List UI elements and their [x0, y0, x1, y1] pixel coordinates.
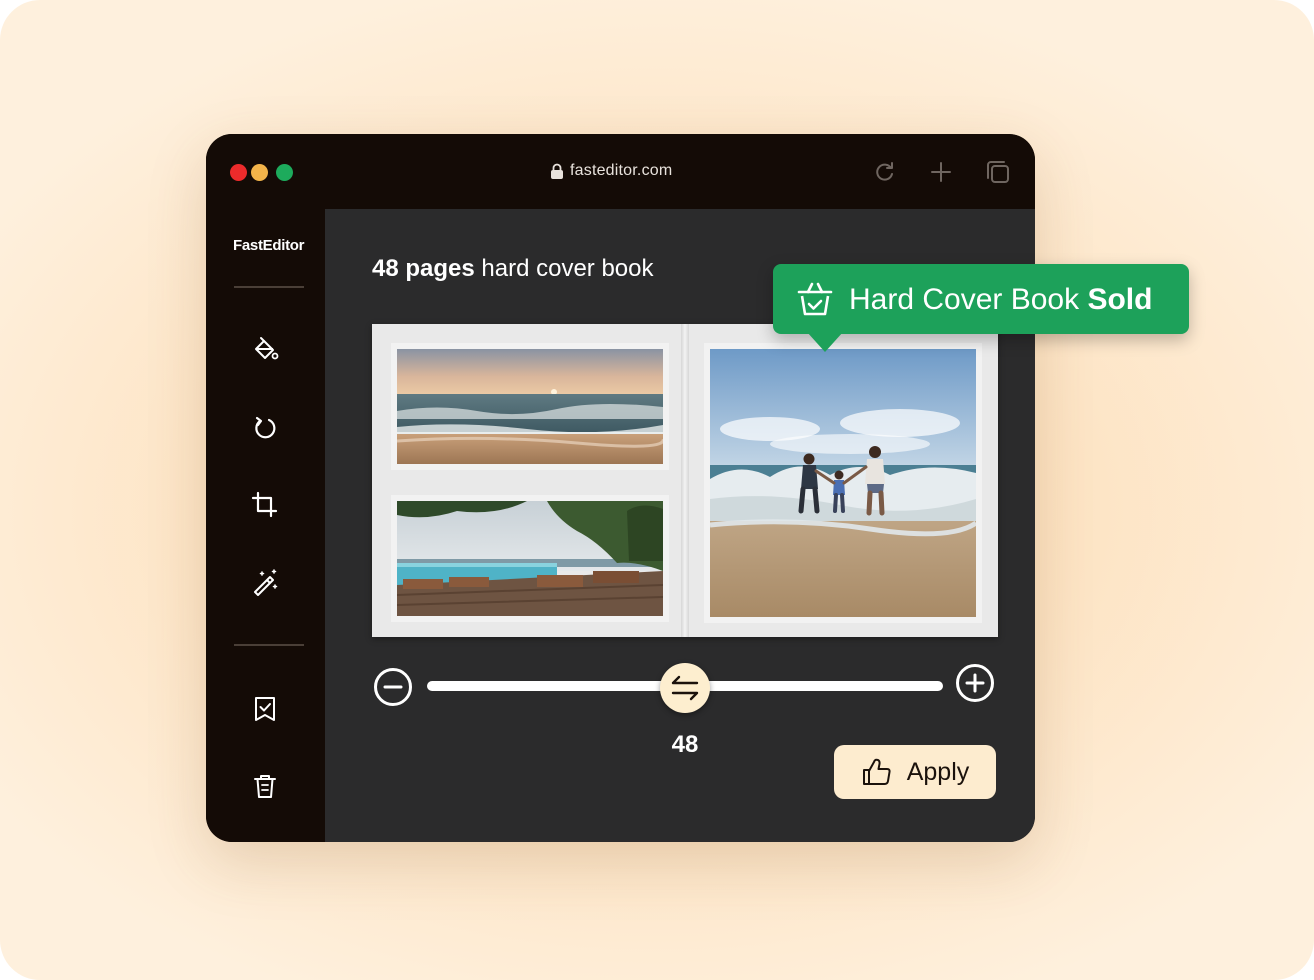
apply-button[interactable]: Apply: [834, 745, 996, 799]
minimize-window-button[interactable]: [251, 164, 268, 181]
sold-notification: Hard Cover Book Sold: [773, 264, 1189, 352]
apply-button-label: Apply: [906, 757, 970, 786]
page-title-rest: hard cover book: [474, 255, 654, 282]
address-bar[interactable]: fasteditor.com: [550, 160, 672, 182]
minus-icon[interactable]: [373, 667, 413, 707]
sidebar: FastEditor: [206, 209, 325, 842]
resort-pool-photo[interactable]: [397, 501, 663, 616]
trash-icon[interactable]: [250, 771, 280, 801]
bookmark-check-icon[interactable]: [250, 694, 280, 724]
tabs-icon[interactable]: [985, 159, 1011, 185]
notification-message: Hard Cover Book: [849, 283, 1088, 316]
paint-bucket-icon[interactable]: [250, 335, 280, 365]
close-window-button[interactable]: [230, 164, 247, 181]
crop-icon[interactable]: [250, 490, 280, 520]
slider-handle[interactable]: [660, 663, 710, 713]
browser-window: fasteditor.com FastEditor 48 pages hard …: [206, 134, 1035, 842]
swap-arrows-icon: [671, 675, 699, 701]
reload-icon[interactable]: [872, 159, 898, 185]
page-count: 48 pages: [372, 255, 475, 282]
browser-titlebar: fasteditor.com: [206, 134, 1035, 209]
basket-check-icon: [797, 282, 833, 316]
notification-text: Hard Cover Book Sold: [849, 283, 1152, 317]
new-tab-icon[interactable]: [928, 159, 954, 185]
family-beach-photo[interactable]: [710, 349, 976, 617]
plus-icon[interactable]: [955, 663, 995, 703]
maximize-window-button[interactable]: [276, 164, 293, 181]
slider-value: 48: [671, 731, 699, 758]
lock-icon: [551, 163, 563, 179]
thumbs-up-icon: [862, 758, 891, 785]
divider: [234, 286, 304, 288]
brand-logo: FastEditor: [233, 237, 305, 254]
page-title: 48 pages hard cover book: [372, 255, 654, 283]
book-spine: [681, 324, 689, 637]
notification-status: Sold: [1087, 283, 1153, 316]
url-text: fasteditor.com: [570, 162, 673, 179]
photo-book-spread[interactable]: [372, 324, 998, 637]
beach-sunset-photo[interactable]: [397, 349, 663, 464]
magic-wand-icon[interactable]: [250, 567, 280, 597]
divider: [234, 644, 304, 646]
rotate-icon[interactable]: [250, 413, 280, 443]
background: fasteditor.com FastEditor 48 pages hard …: [0, 0, 1314, 980]
